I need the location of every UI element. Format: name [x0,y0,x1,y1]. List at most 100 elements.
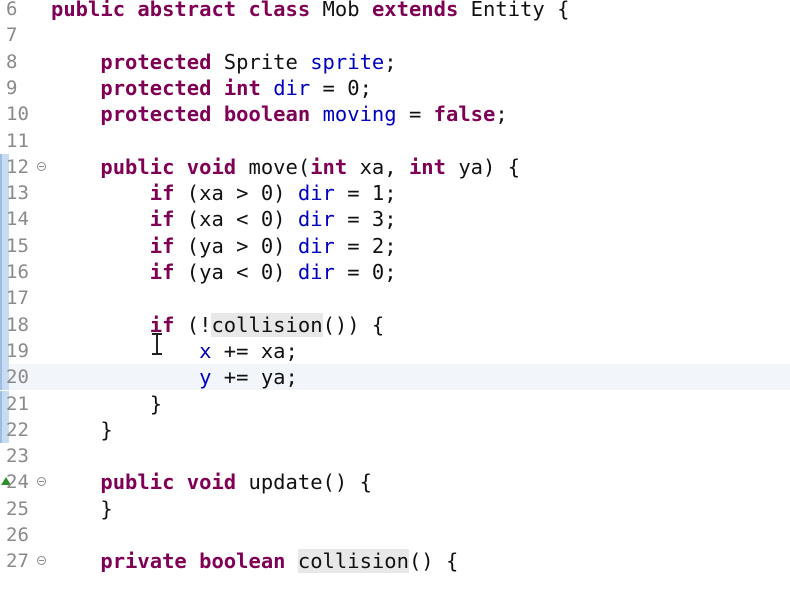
line-number: 15 [6,234,29,257]
code-text[interactable]: public void move(int xa, int ya) { [51,154,520,180]
code-text[interactable]: if (xa > 0) dir = 1; [51,180,397,206]
keyword-token: if [149,233,175,258]
code-line[interactable]: 12 public void move(int xa, int ya) { [0,153,790,181]
code-text[interactable]: private boolean collision() { [51,548,458,574]
code-token: Sprite [211,49,311,74]
code-token: = 0; [334,260,397,284]
code-editor[interactable]: 6 public abstract class Mob extends Entit… [0,0,790,596]
code-text[interactable]: if (ya > 0) dir = 2; [51,233,397,259]
code-token: = 1; [334,181,397,206]
code-text[interactable]: } [51,391,162,417]
keyword-token: public [100,154,175,179]
field-token: y [199,365,212,390]
code-line[interactable]: 16 if (ya < 0) dir = 0; [0,259,790,286]
code-line[interactable]: 9 protected int dir = 0; [0,75,790,101]
field-token: dir [297,181,335,206]
field-token: dir [273,75,311,100]
code-token: xa, [347,154,409,179]
code-line[interactable]: 13 if (xa > 0) dir = 1; [0,180,790,207]
code-text[interactable]: public void update() { [51,469,372,495]
code-line[interactable]: 17 [0,285,790,312]
code-text[interactable]: y += ya; [51,364,298,390]
keyword-token: void [186,154,237,179]
code-token: ; [384,49,397,74]
code-text[interactable]: if (!collision()) { [51,312,384,338]
code-token: } [51,417,113,442]
code-text[interactable]: protected Sprite sprite; [51,49,397,75]
line-number: 9 [6,76,18,99]
line-number: 13 [6,182,29,205]
code-text[interactable]: if (ya < 0) dir = 0; [51,259,397,285]
code-token: (! [174,312,212,337]
code-line[interactable]: 27 private boolean collision() { [0,548,790,574]
keyword-token: public [51,0,126,21]
code-token: (ya > 0) [174,233,298,258]
code-line[interactable]: 21 } [0,390,790,417]
code-line[interactable]: 20 y += ya; [0,364,790,391]
code-token: = 3; [334,207,397,232]
keyword-token: if [149,260,175,284]
code-line[interactable]: 25 } [0,496,790,522]
code-text[interactable]: x += xa; [51,338,298,364]
code-line[interactable]: 18 if (!collision()) { [0,311,790,338]
line-number: 8 [6,50,18,73]
line-number: 23 [6,445,29,468]
fold-collapse-icon[interactable] [37,556,46,566]
code-text[interactable]: } [51,417,113,443]
field-token: sprite [310,49,385,74]
line-number: 10 [6,103,29,126]
keyword-token: false [433,102,496,127]
code-line[interactable]: 7 [0,22,790,48]
line-number: 27 [6,550,29,573]
code-text[interactable]: } [51,496,112,522]
code-line[interactable]: 23 [0,443,790,469]
fold-collapse-icon[interactable] [37,161,46,171]
code-line[interactable]: 6 public abstract class Mob extends Entit… [0,0,790,22]
occurrence-highlight: collision [211,312,323,337]
line-number: 21 [6,392,29,415]
keyword-token: boolean [223,102,311,127]
code-text[interactable]: public abstract class Mob extends Entity… [51,0,569,22]
code-line[interactable]: 8 protected Sprite sprite; [0,49,790,75]
keyword-token: if [149,181,175,206]
code-token: (xa > 0) [174,181,298,206]
code-line[interactable]: 15 if (ya > 0) dir = 2; [0,232,790,259]
fold-collapse-icon[interactable] [37,477,46,487]
keyword-token: if [149,207,175,232]
code-line[interactable]: 19 x += xa; [0,337,790,365]
code-token: (ya < 0) [174,260,298,284]
code-token: ; [495,102,508,127]
keyword-token: int [408,154,446,179]
code-token: } [51,391,163,416]
code-line[interactable]: 14 if (xa < 0) dir = 3; [0,206,790,233]
keyword-token: boolean [199,549,286,574]
keyword-token: class [248,0,311,21]
code-line[interactable]: 11 [0,128,790,154]
keyword-token: protected [100,75,212,100]
code-token: += xa; [211,338,298,363]
code-token: update() { [236,470,372,495]
field-token: dir [297,260,335,284]
code-text[interactable]: protected boolean moving = false; [51,101,508,127]
code-line[interactable]: 10 protected boolean moving = false; [0,101,790,127]
code-line[interactable]: 22 } [0,416,790,444]
code-text[interactable]: protected int dir = 0; [51,75,372,101]
code-token: = [396,102,434,127]
code-text[interactable]: if (xa < 0) dir = 3; [51,206,397,232]
code-line[interactable]: 26 [0,522,790,548]
code-token: = 2; [334,233,397,258]
code-line[interactable]: 24 public void update() { [0,469,790,495]
line-number: 20 [6,366,29,389]
